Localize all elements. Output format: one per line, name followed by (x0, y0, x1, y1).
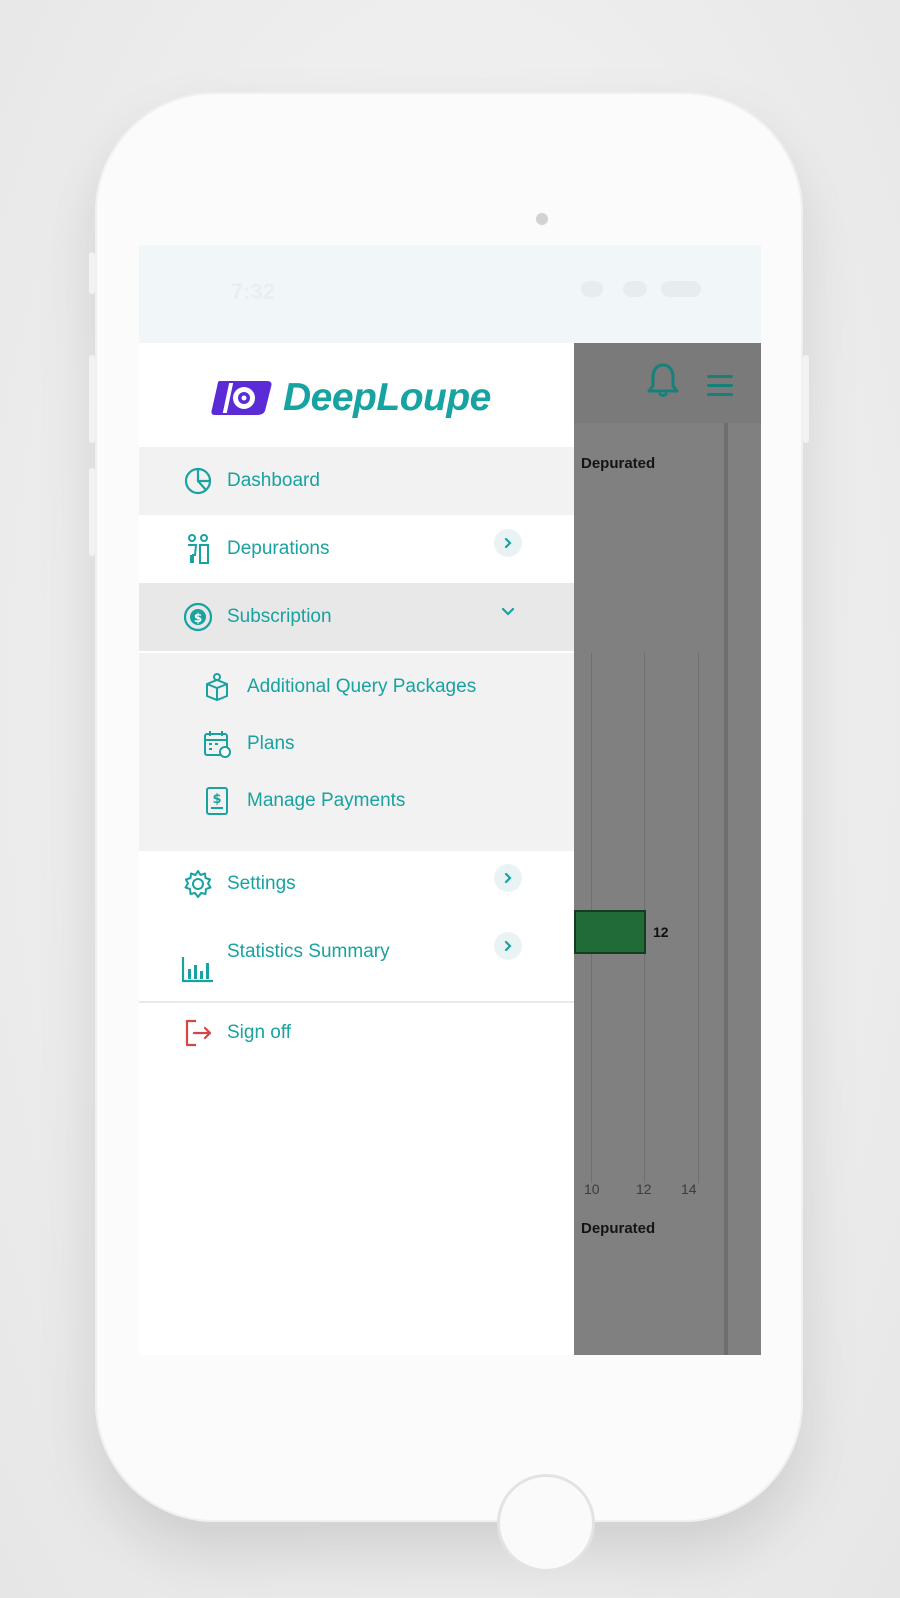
power-button (803, 355, 809, 443)
hamburger-menu-icon[interactable] (707, 375, 733, 402)
home-button[interactable] (497, 1474, 595, 1572)
bar-value-label: 12 (653, 924, 669, 940)
battery-icon (661, 281, 701, 297)
menu-item-depurations[interactable]: Depurations (139, 515, 574, 583)
menu-item-subscription[interactable]: $ Subscription (139, 583, 574, 651)
calendar-icon (201, 728, 233, 760)
menu-item-label: Subscription (227, 606, 332, 627)
wifi-icon (623, 281, 647, 297)
dollar-cycle-icon: $ (181, 600, 215, 634)
menu-item-sign-off[interactable]: Sign off (139, 999, 574, 1067)
chevron-right-icon[interactable] (494, 864, 522, 892)
menu-item-label: Statistics Summary (227, 941, 390, 962)
volume-down-button (89, 468, 95, 556)
sign-out-icon (181, 1016, 215, 1050)
x-tick-label: 14 (681, 1181, 697, 1197)
svg-text:$: $ (194, 611, 202, 625)
chart-label-top: Depurated (581, 455, 656, 472)
bar-chart-icon (181, 952, 215, 986)
panel-edge (724, 423, 728, 1355)
chart-bar (574, 910, 646, 954)
menu-item-label: Depurations (227, 538, 330, 559)
submenu-item-label: Manage Payments (247, 790, 406, 811)
navigation-drawer: DeepLoupe Dashboard Depurations $ Subscr… (139, 343, 574, 1355)
submenu-item-label: Additional Query Packages (247, 676, 477, 697)
chevron-right-icon[interactable] (494, 529, 522, 557)
chevron-right-icon[interactable] (494, 932, 522, 960)
signal-icon (581, 281, 603, 297)
status-icons (581, 281, 701, 301)
people-icon (181, 532, 215, 566)
menu-item-label: Settings (227, 873, 296, 894)
chevron-down-icon[interactable] (494, 597, 522, 625)
x-tick-label: 10 (584, 1181, 600, 1197)
submenu-item-manage-payments[interactable]: $ Manage Payments (139, 773, 574, 829)
deeploupe-logo: DeepLoupe (211, 373, 491, 423)
payment-doc-icon: $ (201, 785, 233, 817)
svg-text:$: $ (212, 792, 221, 807)
background-app-overlay[interactable]: Depurated 12 10 12 14 Depurated (574, 343, 761, 1355)
menu-item-statistics-summary[interactable]: Statistics Summary (139, 918, 574, 986)
logo-eye-icon (211, 381, 272, 415)
status-bar: 7:32 (139, 245, 761, 343)
pie-chart-icon (181, 464, 215, 498)
submenu-item-additional-query-packages[interactable]: Additional Query Packages (139, 659, 574, 715)
bell-icon[interactable] (646, 361, 680, 399)
phone-screen: 7:32 Depurated 12 10 12 14 Depurated Dee… (139, 245, 761, 1355)
volume-up-button (89, 355, 95, 443)
logo-text: DeepLoupe (283, 376, 491, 419)
x-tick-label: 12 (636, 1181, 652, 1197)
submenu-item-plans[interactable]: Plans (139, 716, 574, 772)
menu-item-dashboard[interactable]: Dashboard (139, 447, 574, 515)
gridline (698, 653, 699, 1183)
chart-label-bottom: Depurated (581, 1220, 656, 1237)
submenu-item-label: Plans (247, 733, 295, 754)
sign-off-label: Sign off (227, 1022, 292, 1043)
background-app-header (574, 343, 761, 423)
proximity-sensor (536, 213, 548, 225)
menu-item-settings[interactable]: Settings (139, 850, 574, 918)
package-icon (201, 671, 233, 703)
menu-item-label: Dashboard (227, 470, 320, 491)
status-time: 7:32 (231, 279, 276, 304)
mute-switch (89, 252, 95, 294)
subscription-submenu: Additional Query Packages Plans $ Manage… (139, 653, 574, 851)
gear-icon (181, 867, 215, 901)
